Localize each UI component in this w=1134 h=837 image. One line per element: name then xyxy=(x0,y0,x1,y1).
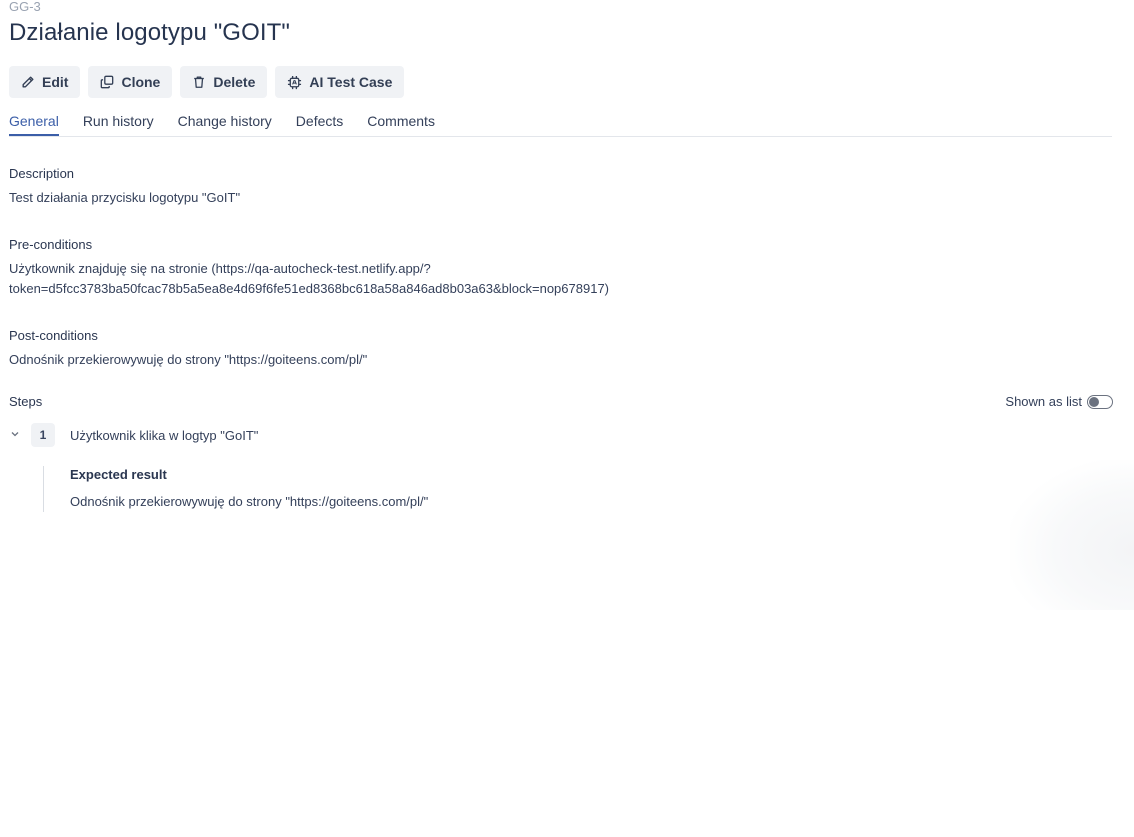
postconditions-text: Odnośnik przekierowywuję do strony "http… xyxy=(9,352,368,367)
tab-change-history[interactable]: Change history xyxy=(178,106,272,135)
trash-icon xyxy=(192,75,206,89)
steps-label: Steps xyxy=(9,394,43,409)
chevron-down-icon[interactable] xyxy=(10,426,22,444)
step-text: Użytkownik klika w logtyp "GoIT" xyxy=(70,427,259,443)
description-label: Description xyxy=(9,166,75,181)
tab-comments[interactable]: Comments xyxy=(367,106,435,135)
expected-result-text: Odnośnik przekierowywuję do strony "http… xyxy=(70,494,429,509)
description-text: Test działania przycisku logotypu "GoIT" xyxy=(9,190,241,205)
tab-general[interactable]: General xyxy=(9,106,59,136)
toggle-label: Shown as list xyxy=(1005,394,1082,409)
background-glow xyxy=(1010,460,1134,610)
delete-button[interactable]: Delete xyxy=(180,66,268,98)
pencil-icon xyxy=(21,75,35,89)
preconditions-text-line2: token=d5fcc3783ba50fcac78b5a5ea8e4d69f6f… xyxy=(9,281,609,296)
toolbar: Edit Clone Delete AI Test Case xyxy=(9,66,405,98)
clone-button-label: Clone xyxy=(121,74,161,90)
tab-run-history[interactable]: Run history xyxy=(83,106,154,135)
page-title: Działanie logotypu "GOIT" xyxy=(9,19,290,46)
list-view-toggle[interactable] xyxy=(1087,394,1113,409)
postconditions-label: Post-conditions xyxy=(9,328,98,343)
copy-icon xyxy=(100,75,114,89)
delete-button-label: Delete xyxy=(213,74,256,90)
list-view-toggle-group: Shown as list xyxy=(1005,394,1113,409)
edit-button[interactable]: Edit xyxy=(9,66,81,98)
preconditions-text-line1: Użytkownik znajduję się na stronie (http… xyxy=(9,261,431,276)
chip-icon xyxy=(287,75,302,90)
expected-result-label: Expected result xyxy=(70,467,167,482)
test-case-page: GG-3 Działanie logotypu "GOIT" Edit Clon… xyxy=(0,0,1134,837)
expected-result-block: Expected result Odnośnik przekierowywuję… xyxy=(43,466,428,512)
step-row: 1 Użytkownik klika w logtyp "GoIT" xyxy=(9,423,258,447)
step-number: 1 xyxy=(31,423,55,447)
case-id: GG-3 xyxy=(9,0,41,14)
preconditions-label: Pre-conditions xyxy=(9,237,93,252)
ai-test-case-button-label: AI Test Case xyxy=(309,74,393,90)
ai-test-case-button[interactable]: AI Test Case xyxy=(275,66,405,98)
edit-button-label: Edit xyxy=(42,74,69,90)
tab-defects[interactable]: Defects xyxy=(296,106,343,135)
clone-button[interactable]: Clone xyxy=(88,66,173,98)
tab-bar: General Run history Change history Defec… xyxy=(9,106,1112,137)
toggle-knob xyxy=(1089,396,1099,407)
